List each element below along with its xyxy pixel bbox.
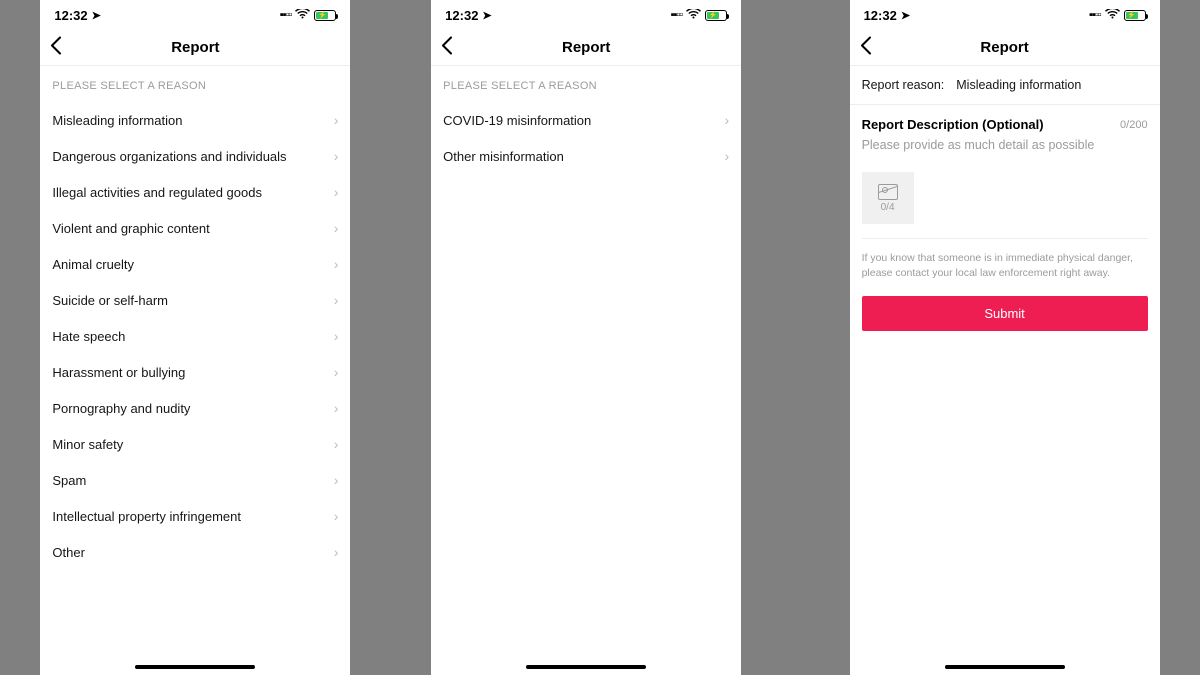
location-icon: ➤ — [901, 9, 910, 22]
submit-button[interactable]: Submit — [862, 296, 1148, 331]
reason-label: Harassment or bullying — [52, 365, 185, 380]
reason-item[interactable]: Intellectual property infringement › — [40, 498, 350, 534]
reason-label: Pornography and nudity — [52, 401, 190, 416]
chevron-right-icon: › — [334, 508, 339, 524]
reason-label: Minor safety — [52, 437, 123, 452]
reason-item[interactable]: Misleading information › — [40, 102, 350, 138]
battery-icon: ⚡ — [705, 10, 727, 21]
reason-label: Other misinformation — [443, 149, 564, 164]
page-title: Report — [562, 39, 610, 56]
reason-label: Animal cruelty — [52, 257, 134, 272]
chevron-right-icon: › — [334, 472, 339, 488]
wifi-icon — [295, 8, 310, 23]
reason-label: Dangerous organizations and individuals — [52, 149, 286, 164]
phone-screen-3: 12:32 ➤ ▪▪▫▫ ⚡ Report Report reason: Mis… — [850, 0, 1160, 675]
chevron-right-icon: › — [334, 544, 339, 560]
reason-label: Illegal activities and regulated goods — [52, 185, 262, 200]
reason-item[interactable]: Other misinformation › — [431, 138, 741, 174]
reason-item[interactable]: Other › — [40, 534, 350, 570]
status-bar: 12:32 ➤ ▪▪▫▫ ⚡ — [850, 0, 1160, 30]
status-time: 12:32 — [864, 8, 897, 23]
reason-item[interactable]: Harassment or bullying › — [40, 354, 350, 390]
upload-counter: 0/4 — [881, 202, 895, 213]
reason-item[interactable]: Hate speech › — [40, 318, 350, 354]
battery-icon: ⚡ — [1124, 10, 1146, 21]
reason-label: Hate speech — [52, 329, 125, 344]
reason-item[interactable]: Minor safety › — [40, 426, 350, 462]
image-upload-button[interactable]: 0/4 — [862, 172, 914, 224]
cellular-icon: ▪▪▫▫ — [1089, 9, 1101, 21]
home-indicator[interactable] — [526, 665, 646, 669]
cellular-icon: ▪▪▫▫ — [671, 9, 683, 21]
reason-list: COVID-19 misinformation›Other misinforma… — [431, 102, 741, 174]
status-time: 12:32 — [445, 8, 478, 23]
wifi-icon — [686, 8, 701, 23]
reason-item[interactable]: Pornography and nudity › — [40, 390, 350, 426]
chevron-right-icon: › — [725, 148, 730, 164]
chevron-right-icon: › — [334, 292, 339, 308]
section-header: PLEASE SELECT A REASON — [40, 66, 350, 102]
report-reason-row: Report reason: Misleading information — [850, 66, 1160, 105]
chevron-right-icon: › — [334, 148, 339, 164]
back-button[interactable] — [441, 36, 465, 59]
disclaimer-text: If you know that someone is in immediate… — [850, 239, 1160, 292]
description-title: Report Description (Optional) — [862, 117, 1044, 132]
reason-label: Other — [52, 545, 85, 560]
reason-item[interactable]: COVID-19 misinformation › — [431, 102, 741, 138]
location-icon: ➤ — [92, 9, 101, 22]
chevron-right-icon: › — [334, 112, 339, 128]
reason-label: Misleading information — [52, 113, 182, 128]
image-icon — [878, 184, 898, 200]
page-title: Report — [171, 39, 219, 56]
status-bar: 12:32 ➤ ▪▪▫▫ ⚡ — [40, 0, 350, 30]
status-time: 12:32 — [54, 8, 87, 23]
reason-item[interactable]: Animal cruelty › — [40, 246, 350, 282]
reason-item[interactable]: Illegal activities and regulated goods › — [40, 174, 350, 210]
chevron-right-icon: › — [334, 364, 339, 380]
battery-icon: ⚡ — [314, 10, 336, 21]
chevron-right-icon: › — [334, 400, 339, 416]
status-bar: 12:32 ➤ ▪▪▫▫ ⚡ — [431, 0, 741, 30]
section-header: PLEASE SELECT A REASON — [431, 66, 741, 102]
phone-screen-2: 12:32 ➤ ▪▪▫▫ ⚡ Report PLEASE SELECT A RE… — [431, 0, 741, 675]
report-reason-value: Misleading information — [956, 78, 1081, 92]
chevron-right-icon: › — [334, 328, 339, 344]
chevron-right-icon: › — [334, 256, 339, 272]
nav-header: Report — [850, 30, 1160, 66]
char-counter: 0/200 — [1120, 119, 1148, 131]
chevron-right-icon: › — [725, 112, 730, 128]
reason-label: Intellectual property infringement — [52, 509, 241, 524]
chevron-right-icon: › — [334, 184, 339, 200]
back-button[interactable] — [860, 36, 884, 59]
nav-header: Report — [40, 30, 350, 66]
phone-screen-1: 12:32 ➤ ▪▪▫▫ ⚡ Report PLEASE SELECT A RE… — [40, 0, 350, 675]
description-header: Report Description (Optional) 0/200 — [850, 105, 1160, 138]
report-reason-label: Report reason: — [862, 78, 945, 92]
reason-item[interactable]: Suicide or self-harm › — [40, 282, 350, 318]
reason-item[interactable]: Spam › — [40, 462, 350, 498]
description-input[interactable]: Please provide as much detail as possibl… — [850, 138, 1160, 166]
page-title: Report — [980, 39, 1028, 56]
location-icon: ➤ — [482, 9, 491, 22]
reason-label: COVID-19 misinformation — [443, 113, 591, 128]
reason-item[interactable]: Violent and graphic content › — [40, 210, 350, 246]
back-button[interactable] — [50, 36, 74, 59]
reason-label: Spam — [52, 473, 86, 488]
nav-header: Report — [431, 30, 741, 66]
chevron-right-icon: › — [334, 436, 339, 452]
home-indicator[interactable] — [135, 665, 255, 669]
reason-item[interactable]: Dangerous organizations and individuals › — [40, 138, 350, 174]
reason-label: Suicide or self-harm — [52, 293, 168, 308]
chevron-right-icon: › — [334, 220, 339, 236]
reason-list: Misleading information›Dangerous organiz… — [40, 102, 350, 570]
home-indicator[interactable] — [945, 665, 1065, 669]
cellular-icon: ▪▪▫▫ — [280, 9, 292, 21]
wifi-icon — [1105, 8, 1120, 23]
reason-label: Violent and graphic content — [52, 221, 209, 236]
